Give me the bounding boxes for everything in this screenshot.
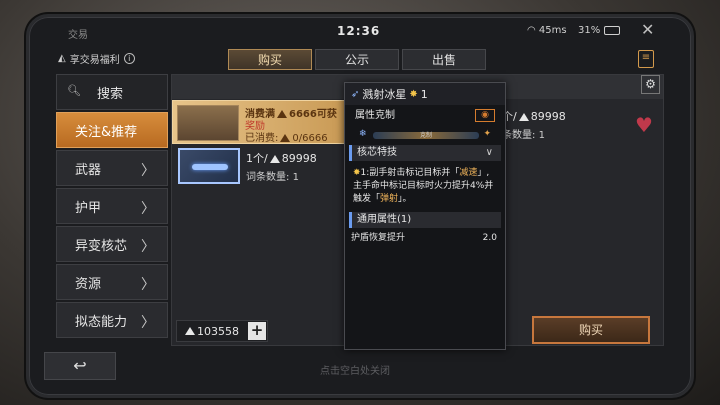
chest-image <box>177 105 239 141</box>
chevron-right-icon: 〉 <box>141 315 155 331</box>
info-icon[interactable]: i <box>123 53 135 64</box>
wifi-icon: ◠ <box>527 25 536 36</box>
close-icon[interactable]: ✕ <box>641 20 654 39</box>
star-level: 1 <box>420 87 428 101</box>
close-hint: 点击空白处关闭 <box>320 366 390 377</box>
attribute-counter-row: 属性克制 ◉ <box>345 105 505 127</box>
star-icon: ✸ <box>353 168 361 178</box>
window-title: 交易 <box>68 30 88 41</box>
popup-title: 溅射冰星 <box>362 88 407 101</box>
sidebar-item-mimic[interactable]: 拟态能力 〉 <box>56 302 168 338</box>
tab-announce[interactable]: 公示 <box>315 49 399 70</box>
star-icon: ✸ <box>409 88 418 100</box>
snowflake-icon: ❄ <box>359 129 367 139</box>
core-skill-description: ✸1:副手射击标记目标并「减速」, 主手命中标记目标时火力提升4%并触发「弹射」… <box>353 168 494 204</box>
tab-buy[interactable]: 购买 <box>228 49 312 70</box>
back-arrow-icon: ↩ <box>73 356 87 375</box>
chevron-right-icon: 〉 <box>141 239 155 255</box>
item-detail-popup: ➶ 溅射冰星 ✸ 1 属性克制 ◉ ❄ 克制 ✦ 核芯特技 ∨ ✸1:副手射击标… <box>344 82 506 350</box>
counter-bar: 克制 <box>373 132 479 139</box>
network-status: ◠ 45ms <box>527 25 567 36</box>
general-attributes-header: 通用属性(1) <box>349 212 501 228</box>
weapon-icon <box>192 164 228 170</box>
item-thumbnail <box>178 148 240 184</box>
chevron-down-icon: ∨ <box>485 147 493 158</box>
list-item[interactable]: 1个/89998 词条数量: 1 <box>176 148 348 188</box>
weapon-icon: ➶ <box>351 88 360 100</box>
tab-sell[interactable]: 出售 <box>402 49 486 70</box>
popup-title-bar: ➶ 溅射冰星 ✸ 1 <box>345 83 505 105</box>
buy-button[interactable]: 购买 <box>532 316 650 344</box>
sidebar-item-weapons[interactable]: 武器 〉 <box>56 150 168 186</box>
welfare-link[interactable]: ◭ 享交易福利 i <box>58 51 135 66</box>
item-price: 1个/89998 <box>246 152 317 165</box>
clock: 12:36 <box>337 24 381 38</box>
flame-icon: ✦ <box>483 129 491 139</box>
currency-icon <box>185 327 195 335</box>
sidebar-item-armor[interactable]: 护甲 〉 <box>56 188 168 224</box>
sidebar-item-cores[interactable]: 异变核芯 〉 <box>56 226 168 262</box>
core-skill-header[interactable]: 核芯特技 ∨ <box>349 145 501 161</box>
entry-affix-count: 条数量: 1 <box>502 130 545 141</box>
entry-price: 个/89998 <box>502 110 566 123</box>
chevron-right-icon: 〉 <box>141 163 155 179</box>
add-currency-button[interactable]: + <box>248 322 266 340</box>
eye-icon[interactable]: ◉ <box>475 109 495 122</box>
chevron-right-icon: 〉 <box>141 201 155 217</box>
sidebar-item-follow[interactable]: 关注&推荐 <box>56 112 168 148</box>
trade-logo-icon: ◭ <box>58 53 66 64</box>
heart-icon[interactable]: ♥ <box>635 113 653 137</box>
counter-indicator: ❄ 克制 ✦ <box>353 127 497 143</box>
back-button[interactable]: ↩ <box>44 352 116 380</box>
latency-text: 45ms <box>538 25 567 36</box>
search-icon: 🔍︎ <box>67 84 81 97</box>
sidebar: 🔍︎ 搜索 关注&推荐 武器 〉 护甲 〉 异变核芯 〉 资源 〉 拟态能力 〉 <box>56 74 168 340</box>
top-tabs: 购买 公示 出售 <box>228 49 486 70</box>
stat-row: 护盾恢复提升 2.0 <box>351 233 497 243</box>
currency-icon <box>518 113 529 121</box>
banner-line3: 已消费: 0/6666 <box>245 133 328 144</box>
currency-icon <box>280 134 291 142</box>
gear-icon[interactable]: ⚙ <box>641 75 660 94</box>
currency-icon <box>277 110 287 118</box>
sidebar-item-search[interactable]: 🔍︎ 搜索 <box>56 74 168 110</box>
clipboard-icon[interactable]: ≡ <box>638 50 654 68</box>
chevron-right-icon: 〉 <box>141 277 155 293</box>
welfare-label: 享交易福利 <box>69 55 120 66</box>
currency-icon <box>269 155 280 163</box>
spend-reward-banner[interactable]: 消费满 6666可获 奖励 已消费: 0/6666 <box>172 100 347 144</box>
battery-text: 31% <box>578 25 601 36</box>
item-affix-count: 词条数量: 1 <box>246 172 299 183</box>
battery-icon <box>604 26 620 35</box>
sidebar-item-resources[interactable]: 资源 〉 <box>56 264 168 300</box>
